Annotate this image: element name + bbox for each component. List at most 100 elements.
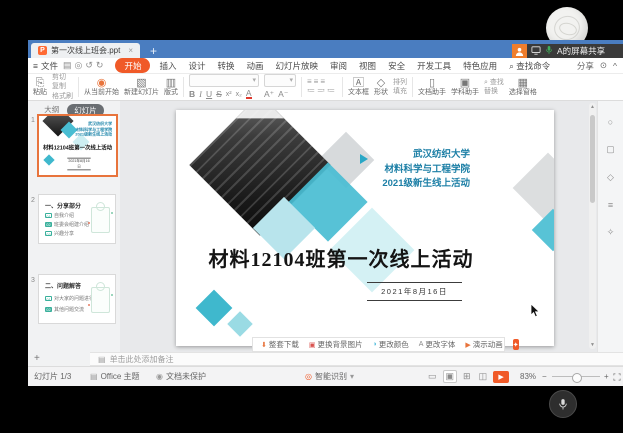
menu-tab-special[interactable]: 特色应用 <box>457 60 503 72</box>
menu-tab-insert[interactable]: 插入 <box>153 60 182 72</box>
normal-view-icon[interactable]: ▣ <box>443 370 458 383</box>
reading-view-icon[interactable]: ◫ <box>477 371 490 382</box>
paste-button[interactable]: ⎘ 粘贴 <box>33 77 47 98</box>
superscript-button[interactable]: x² <box>226 90 232 99</box>
new-tab-button[interactable]: + <box>150 45 157 57</box>
sorter-view-icon[interactable]: ⊞ <box>461 371 473 382</box>
slide-thumbnail-3[interactable]: 二、问题解答 01对大家的问题进行解答 02其他问题交流 <box>38 274 116 324</box>
selection-pane-button[interactable]: ▦ 选择窗格 <box>509 77 537 98</box>
arrange-button[interactable]: 排列 <box>393 78 407 87</box>
hamburger-icon: ≡ <box>33 61 38 71</box>
download-set-button[interactable]: ⬇整套下载 <box>261 339 299 350</box>
scrollbar-thumb[interactable] <box>590 115 595 203</box>
rail-design-icon[interactable]: ◇ <box>607 172 614 183</box>
scroll-down-icon[interactable]: ▼ <box>589 342 596 348</box>
settings-icon[interactable]: ⊙ <box>600 60 607 71</box>
slide-thumbnail-1[interactable]: 武汉纺织大学材料科学与工程学院2021级新生线上活动 材料12104班第一次线上… <box>37 114 118 177</box>
strikethrough-button[interactable]: S <box>216 89 222 100</box>
decrease-font-button[interactable]: A⁻ <box>278 89 288 100</box>
slideshow-play-button[interactable]: ▶ <box>493 371 509 383</box>
rail-resources-icon[interactable]: ✧ <box>607 227 615 238</box>
slide-thumbnail-2[interactable]: 一、分享部分 01自我介绍 02班委会组建介绍 03兴趣分享 <box>38 194 116 244</box>
comments-view-icon[interactable]: ▭ <box>426 371 439 382</box>
theme-indicator[interactable]: ▤Office 主题 <box>90 367 140 386</box>
menu-tab-home[interactable]: 开始 <box>115 58 150 73</box>
decorative-diamond <box>196 290 233 327</box>
paragraph-align-group[interactable]: ≡≡≡≔≕≔ <box>307 78 337 96</box>
mic-button[interactable] <box>549 390 577 418</box>
demo-animation-button[interactable]: ▶演示动画 <box>465 339 502 350</box>
canvas-scrollbar[interactable]: ▲ ▼ <box>589 103 596 349</box>
rail-notes-icon[interactable]: ≡ <box>608 200 613 210</box>
text-box-button[interactable]: 🄰 文本框 <box>348 77 369 98</box>
protection-indicator[interactable]: ◉文档未保护 <box>156 367 206 386</box>
document-tab[interactable]: P 第一次线上班会.ppt × <box>31 43 140 58</box>
notes-bar[interactable]: ▤ 单击此处添加备注 <box>90 352 623 366</box>
share-button[interactable]: 分享 <box>577 60 594 72</box>
bold-button[interactable]: B <box>189 89 195 100</box>
menu-tab-animation[interactable]: 动画 <box>241 60 270 72</box>
fit-screen-icon[interactable] <box>613 367 621 386</box>
rail-animation-icon[interactable]: ▢ <box>606 144 615 155</box>
italic-button[interactable]: I <box>199 89 202 100</box>
scroll-up-icon[interactable]: ▲ <box>589 104 596 110</box>
subscript-button[interactable]: x₂ <box>236 90 242 99</box>
menu-tab-review[interactable]: 审阅 <box>324 60 353 72</box>
collapse-ribbon-icon[interactable]: ^ <box>613 61 617 71</box>
format-painter-button[interactable]: 格式刷 <box>52 92 73 101</box>
bullet-tag: 01 <box>45 296 52 301</box>
theme-icon: ▤ <box>90 372 98 381</box>
bullet-tag: 02 <box>45 307 52 312</box>
replace-button[interactable]: 替换 <box>484 87 504 96</box>
current-slide[interactable]: 武汉纺织大学 材料科学与工程学院 2021级新生线上活动 材料12104班第一次… <box>176 110 554 346</box>
menu-tab-transition[interactable]: 转换 <box>211 60 240 72</box>
zoom-slider-knob[interactable] <box>572 373 582 383</box>
change-color-button[interactable]: ◑更改颜色 <box>373 339 409 350</box>
increase-font-button[interactable]: A⁺ <box>264 89 274 100</box>
cut-button[interactable]: 剪切 <box>52 73 73 82</box>
subject-assistant-button[interactable]: ▣ 学科助手 <box>451 77 479 98</box>
menu-tab-devtools[interactable]: 开发工具 <box>411 60 457 72</box>
wps-window: P 第一次线上班会.ppt × + ≡ 文件 ▤◎↺↻ 开始 插入 设计 转换 … <box>28 40 623 385</box>
menu-tab-design[interactable]: 设计 <box>182 60 211 72</box>
slide-canvas: 武汉纺织大学 材料科学与工程学院 2021级新生线上活动 材料12104班第一次… <box>120 101 597 352</box>
fill-button[interactable]: 填充 <box>393 87 407 96</box>
menu-tab-slideshow[interactable]: 幻灯片放映 <box>270 60 325 72</box>
layout-button[interactable]: ▥ 版式 <box>164 77 178 98</box>
play-from-current-button[interactable]: ◉ 从当前开始 <box>84 77 119 98</box>
copy-button[interactable]: 复制 <box>52 82 73 91</box>
menu-tab-view[interactable]: 视图 <box>353 60 382 72</box>
menu-tab-security[interactable]: 安全 <box>382 60 411 72</box>
screen-share-stage: A的屏幕共享 P 第一次线上班会.ppt × + ≡ 文件 ▤◎↺↻ 开始 插入… <box>0 0 623 433</box>
shield-icon: ◉ <box>156 372 163 381</box>
status-bar: 幻灯片 1/3 ▤Office 主题 ◉文档未保护 ◎智能识别▾ ▭ ▣ ⊞ ◫… <box>28 366 623 386</box>
smart-recognize-button[interactable]: ◎智能识别▾ <box>305 367 354 386</box>
assistant-chip-icon[interactable]: ✦ <box>513 339 519 350</box>
font-family-select[interactable]: ▾ <box>189 74 259 87</box>
search-command[interactable]: ⌕ 查找命令 <box>503 60 556 72</box>
file-menu[interactable]: ≡ 文件 <box>33 60 58 72</box>
rail-properties-icon[interactable]: ○ <box>608 117 613 127</box>
zoom-slider[interactable] <box>552 376 600 377</box>
zoom-out-button[interactable]: − <box>542 367 547 386</box>
font-size-select[interactable]: ▾ <box>264 74 296 87</box>
ppt-file-icon: P <box>38 46 47 55</box>
slide-number: 2 <box>31 197 35 204</box>
download-icon: ⬇ <box>261 341 267 349</box>
tab-close-icon[interactable]: × <box>128 46 133 55</box>
play-triangle-icon <box>360 154 368 164</box>
zoom-in-button[interactable]: + <box>604 367 609 386</box>
mouse-cursor <box>530 303 541 318</box>
change-background-button[interactable]: ▣更换背景图片 <box>309 339 363 350</box>
new-slide-button[interactable]: ▧ 新建幻灯片 <box>124 77 159 98</box>
change-font-button[interactable]: A更改字体 <box>419 339 456 350</box>
font-color-button[interactable]: A <box>246 90 252 100</box>
add-slide-button[interactable]: + <box>28 352 90 366</box>
doc-assistant-button[interactable]: ▯ 文档助手 <box>418 77 446 98</box>
find-button[interactable]: ⌕ 查找 <box>484 78 504 87</box>
shapes-button[interactable]: ◇ 形状 <box>374 77 388 98</box>
bullet-tag: 03 <box>45 231 52 236</box>
underline-button[interactable]: U <box>206 89 212 100</box>
zoom-percent[interactable]: 83% <box>520 367 536 386</box>
quick-access-toolbar[interactable]: ▤◎↺↻ <box>63 60 106 71</box>
